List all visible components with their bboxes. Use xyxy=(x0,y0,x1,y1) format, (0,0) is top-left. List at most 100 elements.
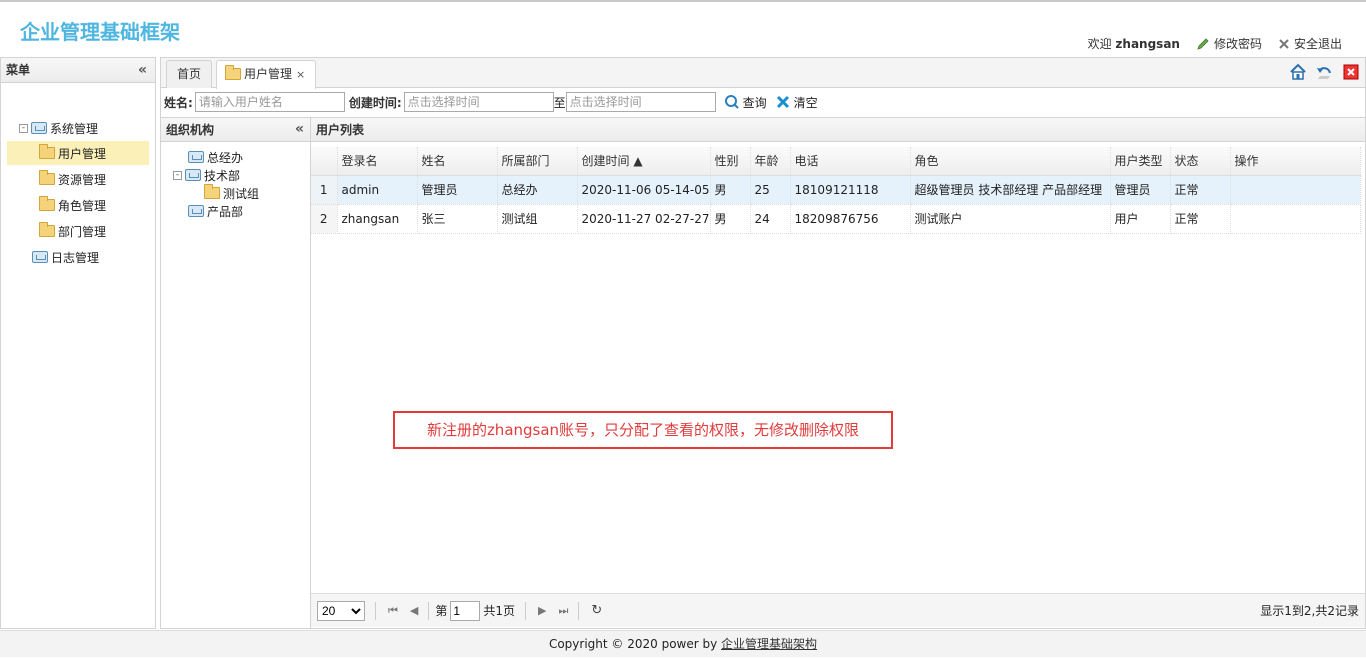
col-phone[interactable]: 电话 xyxy=(790,147,911,176)
org-icon xyxy=(188,151,204,163)
col-ops[interactable]: 操作 xyxy=(1230,147,1361,176)
prev-page-button[interactable]: ◀ xyxy=(410,604,418,617)
query-label: 查询 xyxy=(742,95,767,110)
col-gender[interactable]: 性别 xyxy=(710,147,751,176)
cell-created: 2020-11-06 05-14-05 xyxy=(577,175,711,205)
menu-item-departments[interactable]: 部门管理 xyxy=(39,219,106,243)
close-tab-icon[interactable]: × xyxy=(296,68,305,81)
close-icon xyxy=(1279,38,1289,49)
page-number-input[interactable] xyxy=(450,600,481,621)
end-time-input[interactable] xyxy=(565,92,716,112)
cell-dept: 测试组 xyxy=(497,204,578,234)
user-list-header: 用户列表 xyxy=(311,117,1365,142)
name-input[interactable] xyxy=(194,92,345,112)
page-total: 共1页 xyxy=(483,604,516,618)
table-row[interactable]: 1 admin 管理员 总经办 2020-11-06 05-14-05 男 25… xyxy=(311,175,1361,205)
user-list-title: 用户列表 xyxy=(316,123,365,137)
menu-item-label: 部门管理 xyxy=(58,224,107,239)
collapse-menu-icon[interactable]: « xyxy=(138,58,147,83)
next-page-button[interactable]: ▶ xyxy=(538,604,546,617)
footer-link[interactable]: 企业管理基础架构 xyxy=(721,637,817,651)
change-password-label: 修改密码 xyxy=(1213,37,1262,51)
logout-label: 安全退出 xyxy=(1293,37,1342,51)
logout-link[interactable]: 安全退出 xyxy=(1278,35,1342,52)
page-info: 显示1到2,共2记录 xyxy=(1260,604,1359,618)
cell-age: 24 xyxy=(750,204,791,234)
first-page-button[interactable]: ⏮ xyxy=(388,604,398,618)
tab-bar: 首页 用户管理 × xyxy=(161,58,1365,89)
menu-item-roles[interactable]: 角色管理 xyxy=(39,193,106,217)
cell-phone: 18109121118 xyxy=(790,175,911,205)
row-number: 2 xyxy=(311,204,338,234)
org-header: 组织机构 « xyxy=(161,117,310,142)
welcome-text: 欢迎 zhangsan xyxy=(1088,35,1180,52)
collapse-node-icon[interactable]: - xyxy=(173,170,182,180)
folder-icon xyxy=(225,65,241,80)
org-node-test-group[interactable]: 测试组 xyxy=(204,184,259,202)
col-dept[interactable]: 所属部门 xyxy=(497,147,578,176)
table-row[interactable]: 2 zhangsan 张三 测试组 2020-11-27 02-27-27 男 … xyxy=(311,204,1361,234)
search-bar: 姓名: 创建时间: 至 查询 清空 xyxy=(161,88,1365,116)
start-time-input[interactable] xyxy=(403,92,554,112)
col-type[interactable]: 用户类型 xyxy=(1110,147,1171,176)
cell-ops xyxy=(1230,204,1361,234)
col-name[interactable]: 姓名 xyxy=(417,147,498,176)
org-node-tech[interactable]: - 技术部 xyxy=(173,166,240,184)
org-node-general-office[interactable]: 总经办 xyxy=(188,148,243,166)
folder-icon xyxy=(39,170,55,185)
cell-roles: 测试账户 xyxy=(910,204,1111,234)
menu-panel: 菜单 « - 系统管理 用户管理 资源管理 角色管理 部门管理 日志管理 xyxy=(0,57,156,629)
welcome-prefix: 欢迎 xyxy=(1087,37,1112,51)
page-size-select[interactable]: 20 xyxy=(317,600,365,621)
menu-item-label: 系统管理 xyxy=(50,121,99,136)
org-icon xyxy=(188,205,204,217)
cell-type: 管理员 xyxy=(1110,175,1171,205)
col-created[interactable]: 创建时间 ▲ xyxy=(577,147,711,176)
cell-type: 用户 xyxy=(1110,204,1171,234)
close-all-icon[interactable] xyxy=(1342,63,1360,81)
org-node-label: 产品部 xyxy=(207,204,244,219)
folder-icon xyxy=(39,144,55,159)
cell-ops xyxy=(1230,175,1361,205)
org-node-label: 总经办 xyxy=(207,150,244,165)
clear-button[interactable]: 清空 xyxy=(775,94,818,111)
collapse-org-icon[interactable]: « xyxy=(295,117,304,142)
refresh-icon[interactable]: ↻ xyxy=(591,603,602,618)
change-password-link[interactable]: 修改密码 xyxy=(1196,35,1262,52)
last-page-button[interactable]: ⏭ xyxy=(559,604,569,618)
home-icon[interactable] xyxy=(1289,63,1307,81)
divider xyxy=(578,601,580,620)
menu-item-logs[interactable]: 日志管理 xyxy=(32,245,99,269)
clear-icon xyxy=(776,95,789,109)
main-panel: 首页 用户管理× 姓名: 创建时间: 至 查询 清空 组织机构 « xyxy=(160,57,1366,629)
cell-dept: 总经办 xyxy=(497,175,578,205)
menu-header: 菜单 « xyxy=(1,58,155,83)
org-node-product[interactable]: 产品部 xyxy=(188,202,243,220)
col-login[interactable]: 登录名 xyxy=(337,147,418,176)
clear-label: 清空 xyxy=(793,95,818,110)
col-roles[interactable]: 角色 xyxy=(910,147,1111,176)
user-toolbar: 欢迎 zhangsan 修改密码 安全退出 xyxy=(1088,35,1342,52)
row-number-header xyxy=(311,147,338,176)
cell-age: 25 xyxy=(750,175,791,205)
menu-item-system[interactable]: - 系统管理 xyxy=(19,116,98,140)
col-status[interactable]: 状态 xyxy=(1170,147,1231,176)
refresh-tab-icon[interactable] xyxy=(1315,63,1333,81)
app-title: 企业管理基础框架 xyxy=(20,20,180,44)
tab-label: 首页 xyxy=(177,67,202,81)
log-icon xyxy=(32,251,48,263)
footer-text: Copyright © 2020 power by xyxy=(548,637,718,651)
menu-item-users[interactable]: 用户管理 xyxy=(7,141,149,165)
tab-label: 用户管理 xyxy=(244,67,293,81)
tab-home[interactable]: 首页 xyxy=(166,60,213,88)
col-age[interactable]: 年龄 xyxy=(750,147,791,176)
menu-item-resources[interactable]: 资源管理 xyxy=(39,167,106,191)
top-border xyxy=(0,0,1366,2)
cell-login: zhangsan xyxy=(337,204,418,234)
query-button[interactable]: 查询 xyxy=(724,94,767,111)
collapse-node-icon[interactable]: - xyxy=(19,123,28,133)
pencil-icon xyxy=(1197,37,1209,50)
annotation-box: 新注册的zhangsan账号，只分配了查看的权限，无修改删除权限 xyxy=(393,411,893,449)
menu-title: 菜单 xyxy=(6,63,31,77)
tab-user-management[interactable]: 用户管理 × xyxy=(216,60,317,89)
